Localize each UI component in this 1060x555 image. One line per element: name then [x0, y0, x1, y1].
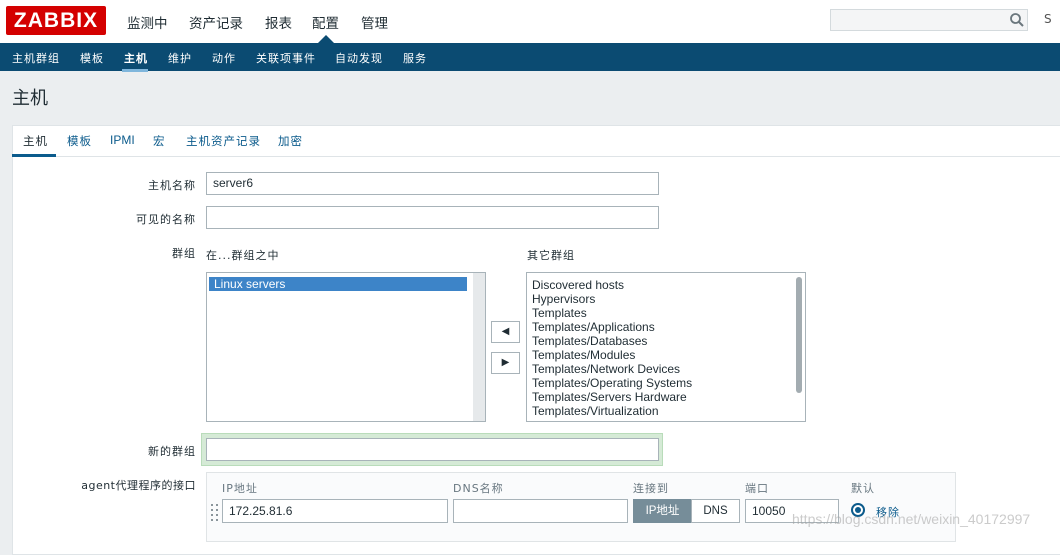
connect-dns-button[interactable]: DNS — [691, 499, 740, 523]
tab-ipmi[interactable]: IPMI — [110, 133, 135, 147]
tab-macros[interactable]: 宏 — [153, 133, 166, 149]
tab-host-inventory[interactable]: 主机资产记录 — [186, 133, 261, 149]
tab-divider — [12, 156, 1060, 157]
column-port: 端口 — [745, 482, 769, 495]
list-item[interactable]: Templates — [527, 306, 805, 320]
move-left-button[interactable]: ◀ — [491, 321, 520, 343]
other-groups-list[interactable]: Discovered hosts Hypervisors Templates T… — [526, 272, 806, 422]
list-item[interactable]: Templates/Virtualization — [527, 404, 805, 418]
tab-host[interactable]: 主机 — [23, 133, 48, 149]
search-input[interactable] — [830, 9, 1028, 31]
page-title: 主机 — [12, 88, 48, 109]
top-extra-icon[interactable]: S — [1044, 12, 1052, 26]
subnav-services[interactable]: 服务 — [403, 50, 427, 66]
move-right-button[interactable]: ▶ — [491, 352, 520, 374]
active-menu-caret — [318, 35, 334, 43]
subnav-discovery[interactable]: 自动发现 — [335, 50, 383, 66]
subnav-maintenance[interactable]: 维护 — [168, 50, 192, 66]
list-item[interactable]: Templates/Network Devices — [527, 362, 805, 376]
dns-name-field[interactable] — [453, 499, 628, 523]
menu-inventory[interactable]: 资产记录 — [189, 12, 243, 32]
watermark: https://blog.csdn.net/weixin_40172997 — [792, 511, 1031, 527]
menu-monitoring[interactable]: 监测中 — [127, 12, 168, 32]
visible-name-label: 可见的名称 — [136, 213, 196, 226]
visible-name-field[interactable] — [206, 206, 659, 229]
column-dns: DNS名称 — [453, 482, 504, 495]
sub-navigation — [0, 43, 1060, 71]
column-default: 默认 — [851, 482, 875, 495]
ip-address-field[interactable]: 172.25.81.6 — [222, 499, 448, 523]
list-item[interactable]: Templates/Operating Systems — [527, 376, 805, 390]
agent-interface-label: agent代理程序的接口 — [81, 479, 196, 492]
drag-handle-icon[interactable] — [211, 503, 219, 521]
tab-encryption[interactable]: 加密 — [278, 133, 303, 149]
other-groups-label: 其它群组 — [527, 249, 575, 262]
search-icon[interactable] — [1008, 11, 1026, 29]
host-name-field[interactable]: server6 — [206, 172, 659, 195]
menu-administration[interactable]: 管理 — [361, 12, 388, 32]
logo-text: ZABBIX — [13, 9, 99, 32]
subnav-active-indicator — [122, 69, 148, 72]
column-ip: IP地址 — [222, 482, 258, 495]
subnav-host-groups[interactable]: 主机群组 — [12, 50, 60, 66]
new-group-field[interactable] — [206, 438, 659, 461]
host-name-label: 主机名称 — [148, 179, 196, 192]
in-groups-scrollbar[interactable] — [473, 273, 485, 421]
other-groups-scrollbar[interactable] — [793, 273, 805, 421]
connect-ip-button[interactable]: IP地址 — [633, 499, 692, 523]
subnav-hosts[interactable]: 主机 — [124, 50, 148, 66]
column-connect: 连接到 — [633, 482, 669, 495]
list-item[interactable]: Linux servers — [209, 277, 467, 291]
groups-label: 群组 — [172, 247, 196, 260]
tab-active-indicator — [12, 154, 56, 157]
list-item[interactable]: Templates/Applications — [527, 320, 805, 334]
list-item[interactable]: Templates/Servers Hardware — [527, 390, 805, 404]
scrollbar-thumb[interactable] — [796, 277, 802, 393]
menu-reports[interactable]: 报表 — [265, 12, 292, 32]
list-item[interactable]: Templates/Modules — [527, 348, 805, 362]
list-item[interactable]: Hypervisors — [527, 292, 805, 306]
new-group-label: 新的群组 — [148, 445, 196, 458]
in-groups-list[interactable]: Linux servers — [206, 272, 486, 422]
subnav-event-correlation[interactable]: 关联项事件 — [256, 50, 316, 66]
list-item[interactable]: Discovered hosts — [527, 278, 805, 292]
zabbix-logo[interactable]: ZABBIX — [6, 6, 106, 35]
menu-configuration[interactable]: 配置 — [312, 12, 339, 32]
subnav-actions[interactable]: 动作 — [212, 50, 236, 66]
subnav-templates[interactable]: 模板 — [80, 50, 104, 66]
in-groups-label: 在...群组之中 — [206, 249, 280, 262]
list-item[interactable]: Templates/Databases — [527, 334, 805, 348]
tab-templates[interactable]: 模板 — [67, 133, 92, 149]
